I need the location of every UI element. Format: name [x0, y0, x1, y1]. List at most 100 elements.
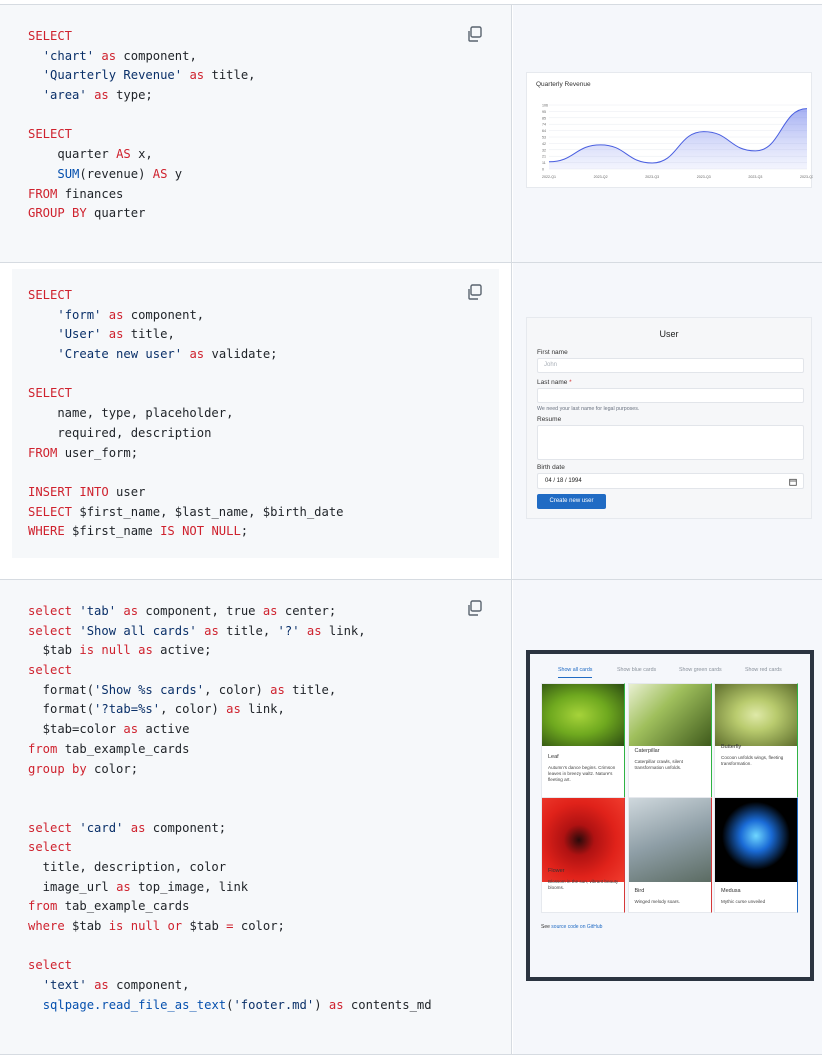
- tab-all[interactable]: Show all cards: [558, 667, 593, 678]
- code-line: FROM finances: [28, 185, 256, 205]
- example-row-chart: SELECT 'chart' as component, 'Quarterly …: [0, 4, 822, 263]
- copy-icon[interactable]: [466, 25, 484, 43]
- code-token: SELECT: [28, 504, 73, 519]
- card-description: Blossom in the sun, vibrant beauty bloom…: [548, 879, 619, 890]
- code-line: from tab_example_cards: [28, 897, 432, 917]
- create-user-button[interactable]: Create new user: [537, 494, 606, 509]
- code-token: active: [138, 722, 190, 737]
- code-token: as: [204, 623, 219, 638]
- code-token: as: [138, 643, 153, 658]
- code-token: $first_name: [64, 524, 161, 539]
- code-token: 'area': [42, 88, 87, 103]
- card[interactable]: Caterpillar Caterpillar crawls, silent tr…: [627, 683, 712, 799]
- code-line: 'Create new user' as validate;: [28, 345, 344, 365]
- code-line: SELECT: [28, 384, 344, 404]
- code-line: SELECT: [28, 286, 344, 306]
- code-token: as: [123, 722, 139, 737]
- code-token: select: [28, 840, 73, 855]
- code-line: SELECT: [28, 125, 256, 145]
- code-token: INSERT INTO: [28, 484, 109, 499]
- code-token: as: [306, 623, 322, 638]
- code-token: tab_example_cards: [57, 899, 190, 914]
- code-token: title, description, color: [28, 859, 227, 874]
- code-line: where $tab is null or $tab = color;: [28, 917, 432, 937]
- code-line: image_url as top_image, link: [28, 878, 432, 898]
- last-name-label-text: Last name: [537, 379, 568, 386]
- code-token: as: [108, 327, 124, 342]
- code-line: FROM user_form;: [28, 444, 344, 464]
- card-description: Autumn's dance begins. Crimson leaves in…: [548, 765, 616, 782]
- calendar-icon[interactable]: [789, 478, 797, 486]
- code-token: $tab: [28, 643, 80, 658]
- code-token: 'form': [57, 307, 102, 322]
- code-token: AS: [116, 147, 131, 162]
- card[interactable]: Bird Winged melody soars.: [627, 797, 712, 913]
- code-token: where: [28, 919, 65, 933]
- card-title: Leaf: [548, 754, 559, 760]
- card[interactable]: Butterfly Cocoon unfolds wings, fleeting …: [714, 683, 798, 799]
- card-title: Butterfly: [721, 744, 742, 750]
- first-name-label: First name: [537, 349, 568, 356]
- card-title: Flower: [548, 868, 565, 874]
- tab-bar: Show all cards Show blue cards Show gree…: [530, 664, 810, 680]
- code-token: 'Quarterly Revenue': [42, 68, 183, 83]
- resume-textarea[interactable]: [537, 425, 804, 460]
- first-name-placeholder: John: [544, 362, 558, 368]
- card[interactable]: Flower Blossom in the sun, vibrant beauty…: [541, 797, 625, 913]
- code-token: contents_md: [343, 997, 432, 1012]
- footer-prefix: See: [541, 924, 552, 930]
- card-description: Cocoon unfolds wings, fleeting transform…: [721, 755, 784, 766]
- y-tick-label: 85: [542, 116, 546, 120]
- card-title: Bird: [634, 888, 645, 894]
- code-token: SELECT: [28, 288, 73, 302]
- first-name-input[interactable]: John: [537, 358, 804, 373]
- y-tick-label: 32: [542, 148, 546, 152]
- card-image: [542, 684, 624, 746]
- code-token: (revenue): [79, 166, 153, 181]
- code-token: IS NOT NULL: [160, 524, 241, 539]
- tab-green[interactable]: Show green cards: [679, 667, 722, 673]
- card-image: [715, 684, 797, 746]
- code-token: format(: [28, 702, 95, 717]
- code-token: , color): [160, 702, 227, 717]
- code-token: ): [314, 997, 329, 1012]
- code-line: WHERE $first_name IS NOT NULL;: [28, 522, 344, 542]
- tab-blue[interactable]: Show blue cards: [617, 667, 656, 673]
- code-token: is: [79, 643, 95, 658]
- copy-icon[interactable]: [466, 283, 484, 301]
- birth-date-input[interactable]: 04 / 18 / 1994: [537, 473, 804, 489]
- footer-link[interactable]: source code on GitHub: [551, 924, 602, 930]
- code-token: tab_example_cards: [57, 741, 190, 756]
- code-token: WHERE: [28, 524, 65, 539]
- card[interactable]: Leaf Autumn's dance begins. Crimson leave…: [541, 683, 625, 799]
- last-name-input[interactable]: [537, 388, 804, 403]
- code-token: FROM: [28, 445, 58, 460]
- cards-screenshot: Show all cards Show blue cards Show gree…: [530, 654, 810, 977]
- code-token: validate;: [204, 347, 278, 362]
- code-line: SUM(revenue) AS y: [28, 165, 256, 185]
- example-row-cards: select 'tab' as component, true as cente…: [0, 579, 822, 1055]
- code-token: as: [108, 307, 124, 322]
- code-line: title, description, color: [28, 858, 432, 878]
- y-tick-label: 0: [542, 168, 544, 172]
- card[interactable]: Medusa Mythic curse unveiled: [714, 797, 798, 913]
- tab-red[interactable]: Show red cards: [745, 667, 782, 673]
- code-token: component, true: [138, 604, 263, 618]
- code-token: SELECT: [28, 127, 73, 142]
- copy-icon[interactable]: [466, 599, 484, 617]
- code-token: as: [226, 702, 241, 717]
- x-tick-label: 2023-Q3: [697, 175, 711, 179]
- code-text: SELECT 'form' as component, 'User' as ti…: [28, 286, 344, 542]
- card-grid: Leaf Autumn's dance begins. Crimson leave…: [541, 683, 800, 917]
- code-token: FROM: [28, 186, 58, 201]
- code-token: SELECT: [28, 29, 73, 43]
- code-line: from tab_example_cards: [28, 740, 432, 760]
